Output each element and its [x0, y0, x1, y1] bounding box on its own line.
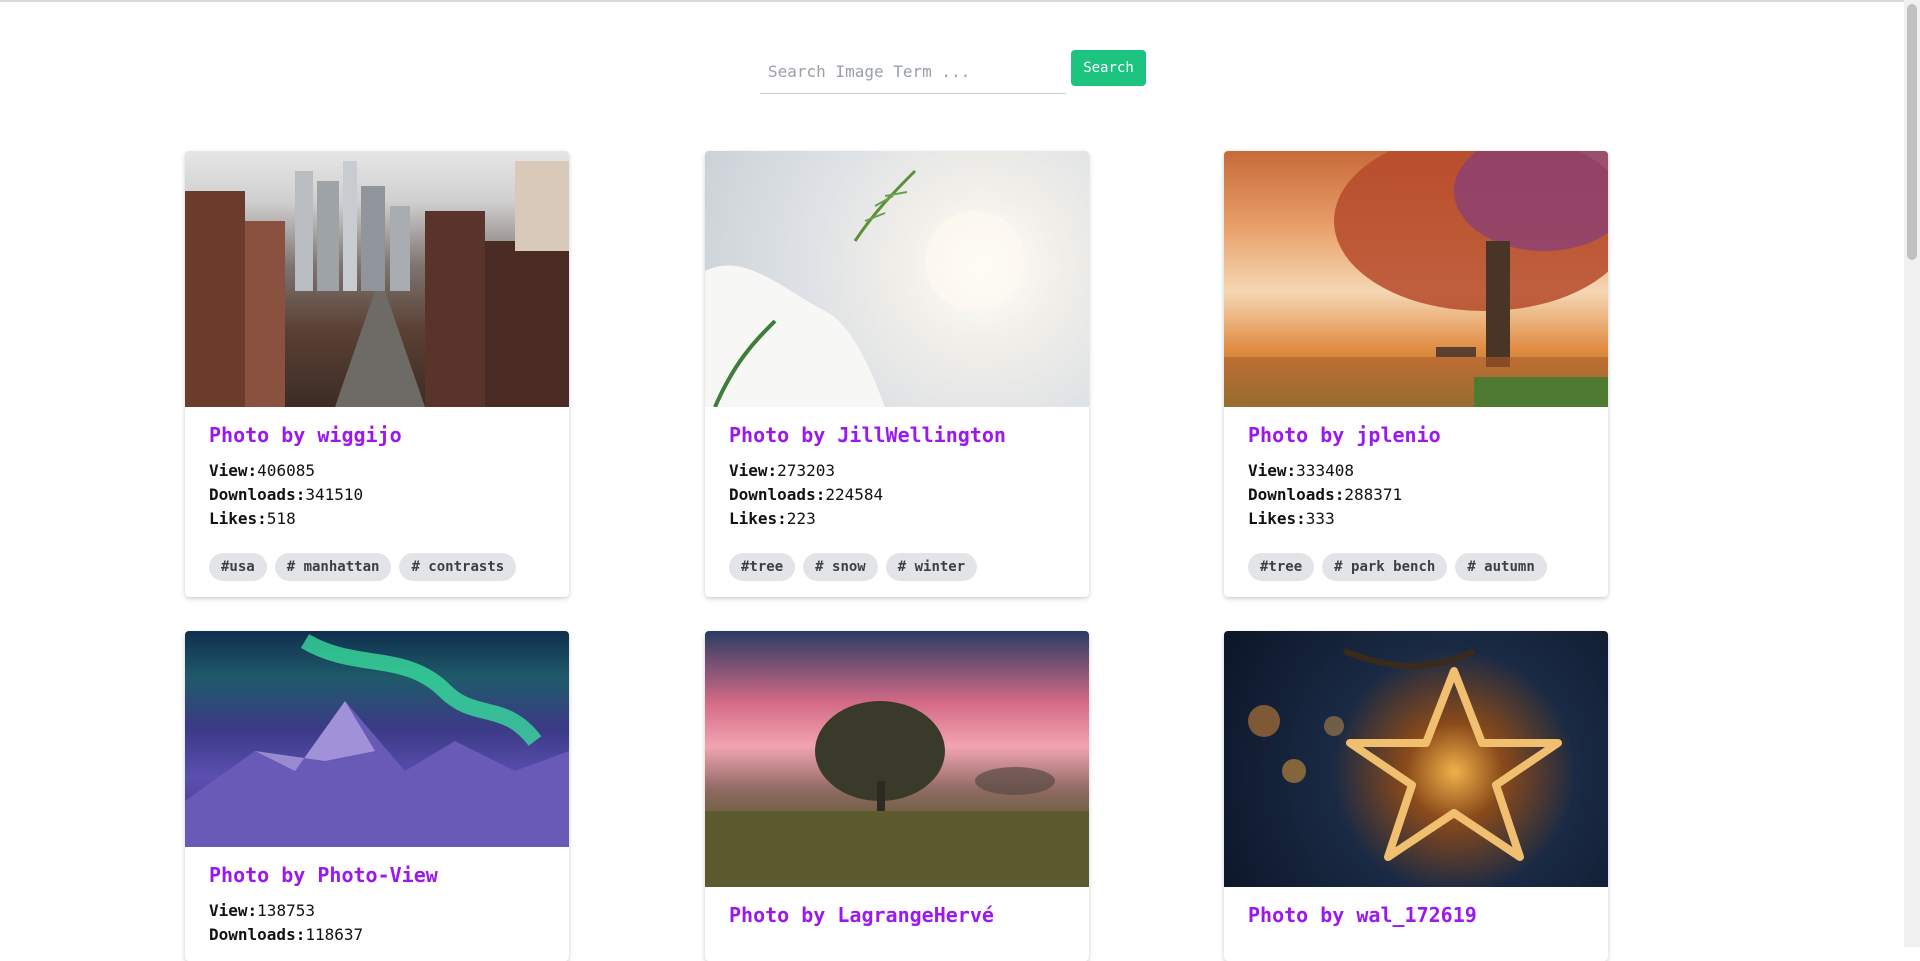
- likes-label: Likes:: [1248, 509, 1306, 528]
- card-title: Photo by wiggijo: [209, 423, 402, 447]
- tag-list: #tree # park bench # autumn: [1248, 553, 1584, 581]
- views-label: View:: [1248, 461, 1297, 480]
- downloads-value: 288371: [1344, 485, 1403, 504]
- downloads-label: Downloads:: [729, 485, 826, 504]
- views-value: 273203: [777, 461, 835, 480]
- scrollbar-thumb[interactable]: [1907, 4, 1917, 260]
- likes-value: 333: [1305, 509, 1335, 528]
- image-card: Photo by wal_172619: [1224, 631, 1608, 961]
- image-card: Photo by Photo-View View:138753 Download…: [185, 631, 569, 961]
- tag-list: #tree # snow # winter: [729, 553, 1065, 581]
- search-button[interactable]: Search: [1071, 50, 1146, 86]
- card-image: [185, 631, 569, 847]
- search-input[interactable]: [760, 50, 1066, 94]
- tag[interactable]: # autumn: [1455, 553, 1547, 581]
- image-card: Photo by LagrangeHervé: [705, 631, 1089, 961]
- card-image: [1224, 631, 1608, 887]
- downloads-label: Downloads:: [209, 485, 306, 504]
- views-value: 138753: [257, 901, 315, 920]
- image-card: Photo by JillWellington View:273203 Down…: [705, 151, 1089, 597]
- views-label: View:: [209, 901, 258, 920]
- top-border: [0, 0, 1904, 2]
- card-image: [705, 631, 1089, 887]
- vertical-scrollbar[interactable]: [1904, 0, 1920, 947]
- likes-value: 518: [266, 509, 296, 528]
- tag[interactable]: # snow: [803, 553, 878, 581]
- card-image: [1224, 151, 1608, 407]
- search-form: Search: [760, 50, 1146, 95]
- likes-value: 223: [786, 509, 816, 528]
- tag[interactable]: # park bench: [1322, 553, 1448, 581]
- tag[interactable]: # contrasts: [399, 553, 517, 581]
- downloads-label: Downloads:: [209, 925, 306, 944]
- views-label: View:: [209, 461, 258, 480]
- tag[interactable]: # manhattan: [274, 553, 392, 581]
- views-label: View:: [729, 461, 778, 480]
- downloads-value: 224584: [825, 485, 884, 504]
- tag[interactable]: # winter: [885, 553, 978, 581]
- card-title: Photo by JillWellington: [729, 423, 1006, 447]
- likes-label: Likes:: [729, 509, 787, 528]
- card-title: Photo by LagrangeHervé: [729, 903, 994, 927]
- image-card: Photo by jplenio View:333408 Downloads:2…: [1224, 151, 1608, 597]
- tag-list: #usa # manhattan # contrasts: [209, 553, 545, 581]
- card-image: [705, 151, 1089, 407]
- downloads-value: 341510: [305, 485, 364, 504]
- likes-label: Likes:: [209, 509, 267, 528]
- tag[interactable]: #tree: [1248, 553, 1315, 581]
- tag[interactable]: #usa: [209, 553, 267, 581]
- tag[interactable]: #tree: [729, 553, 796, 581]
- image-card: Photo by wiggijo View:406085 Downloads:3…: [185, 151, 569, 597]
- downloads-value: 118637: [305, 925, 364, 944]
- views-value: 333408: [1296, 461, 1354, 480]
- card-title: Photo by jplenio: [1248, 423, 1441, 447]
- downloads-label: Downloads:: [1248, 485, 1345, 504]
- views-value: 406085: [257, 461, 315, 480]
- card-image: [185, 151, 569, 407]
- card-title: Photo by Photo-View: [209, 863, 438, 887]
- card-title: Photo by wal_172619: [1248, 903, 1477, 927]
